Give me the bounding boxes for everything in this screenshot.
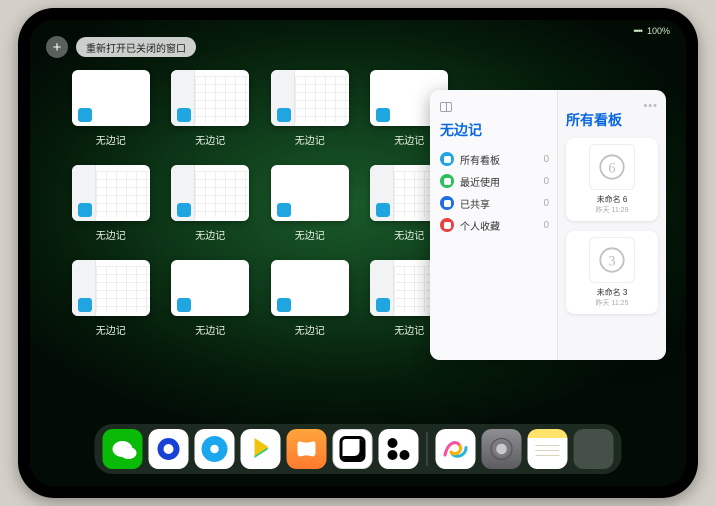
board-card[interactable]: 6 未命名 6 昨天 11:29 [566, 138, 658, 221]
category-icon [440, 218, 454, 232]
window-thumbnail [271, 260, 349, 316]
panel-left-title: 无边记 [440, 120, 549, 140]
sidebar-item[interactable]: 最近使用 0 [440, 170, 549, 192]
freeform-panel[interactable]: 无边记 所有看板 0 最近使用 0 已共享 0 个人收藏 0 ••• 所有看板 6 未命名 6… [430, 90, 666, 360]
freeform-app-icon[interactable] [436, 429, 476, 469]
dock-separator [427, 432, 428, 466]
board-name: 未命名 3 [597, 287, 628, 298]
panel-content: ••• 所有看板 6 未命名 6 昨天 11:29 3 未命名 3 昨天 11:… [558, 90, 666, 360]
settings-app-icon[interactable] [482, 429, 522, 469]
window-thumbnail [72, 260, 150, 316]
ipad-device: •••• 100% + 重新打开已关闭的窗口 无边记无边记无边记无边记无边记无边… [18, 8, 698, 498]
books-app-icon[interactable] [287, 429, 327, 469]
battery-percent: 100% [647, 26, 670, 36]
board-subtitle: 昨天 11:25 [596, 298, 629, 308]
sidebar-item-label: 已共享 [460, 196, 490, 211]
board-thumbnail: 6 [589, 144, 635, 190]
window-tile[interactable]: 无边记 [170, 165, 252, 242]
panel-sidebar: 无边记 所有看板 0 最近使用 0 已共享 0 个人收藏 0 [430, 90, 558, 360]
group-app-icon[interactable] [574, 429, 614, 469]
window-label: 无边记 [394, 322, 424, 337]
ctrl-app-icon[interactable] [379, 429, 419, 469]
dock [95, 424, 622, 474]
board-subtitle: 昨天 11:29 [596, 205, 629, 215]
windows-grid: 无边记无边记无边记无边记无边记无边记无边记无边记无边记无边记无边记无边记 [70, 70, 450, 337]
window-label: 无边记 [96, 132, 126, 147]
board-name: 未命名 6 [597, 194, 628, 205]
sidebar-toggle-icon[interactable] [440, 102, 452, 112]
window-label: 无边记 [295, 227, 325, 242]
window-label: 无边记 [295, 132, 325, 147]
window-tile[interactable]: 无边记 [269, 165, 351, 242]
status-bar: •••• 100% [633, 26, 670, 36]
sidebar-item-count: 0 [543, 220, 549, 231]
board-thumbnail: 3 [589, 237, 635, 283]
sidebar-item-count: 0 [543, 198, 549, 209]
window-label: 无边记 [394, 227, 424, 242]
window-tile[interactable]: 无边记 [269, 70, 351, 147]
window-tile[interactable]: 无边记 [70, 165, 152, 242]
window-thumbnail [171, 165, 249, 221]
board-card[interactable]: 3 未命名 3 昨天 11:25 [566, 231, 658, 314]
hdplayer-app-icon[interactable] [149, 429, 189, 469]
window-thumbnail [171, 260, 249, 316]
reopen-closed-window-button[interactable]: 重新打开已关闭的窗口 [76, 37, 196, 57]
dice-app-icon[interactable] [333, 429, 373, 469]
window-label: 无边记 [394, 132, 424, 147]
window-label: 无边记 [195, 322, 225, 337]
panel-more-button[interactable]: ••• [643, 100, 658, 110]
category-icon [440, 196, 454, 210]
window-thumbnail [171, 70, 249, 126]
window-thumbnail [72, 70, 150, 126]
notes-app-icon[interactable] [528, 429, 568, 469]
wechat-app-icon[interactable] [103, 429, 143, 469]
sidebar-item-label: 个人收藏 [460, 218, 500, 233]
sidebar-item-count: 0 [543, 176, 549, 187]
sidebar-item[interactable]: 已共享 0 [440, 192, 549, 214]
window-tile[interactable]: 无边记 [269, 260, 351, 337]
window-thumbnail [271, 70, 349, 126]
window-thumbnail [72, 165, 150, 221]
category-icon [440, 152, 454, 166]
panel-right-title: 所有看板 [566, 110, 658, 130]
window-tile[interactable]: 无边记 [70, 260, 152, 337]
window-thumbnail [271, 165, 349, 221]
sidebar-item[interactable]: 个人收藏 0 [440, 214, 549, 236]
window-tile[interactable]: 无边记 [70, 70, 152, 147]
svg-text:3: 3 [608, 253, 615, 269]
sidebar-item-label: 最近使用 [460, 174, 500, 189]
window-label: 无边记 [96, 322, 126, 337]
sidebar-item-count: 0 [543, 154, 549, 165]
sidebar-item-label: 所有看板 [460, 152, 500, 167]
svg-text:6: 6 [608, 160, 615, 176]
window-label: 无边记 [195, 132, 225, 147]
window-tile[interactable]: 无边记 [170, 260, 252, 337]
window-label: 无边记 [96, 227, 126, 242]
browser-app-icon[interactable] [195, 429, 235, 469]
window-tile[interactable]: 无边记 [170, 70, 252, 147]
top-left-controls: + 重新打开已关闭的窗口 [46, 36, 196, 58]
new-window-button[interactable]: + [46, 36, 68, 58]
window-label: 无边记 [195, 227, 225, 242]
window-label: 无边记 [295, 322, 325, 337]
ipad-screen: •••• 100% + 重新打开已关闭的窗口 无边记无边记无边记无边记无边记无边… [30, 20, 686, 486]
play-app-icon[interactable] [241, 429, 281, 469]
wifi-signal-icon: •••• [633, 26, 642, 36]
sidebar-item[interactable]: 所有看板 0 [440, 148, 549, 170]
category-icon [440, 174, 454, 188]
